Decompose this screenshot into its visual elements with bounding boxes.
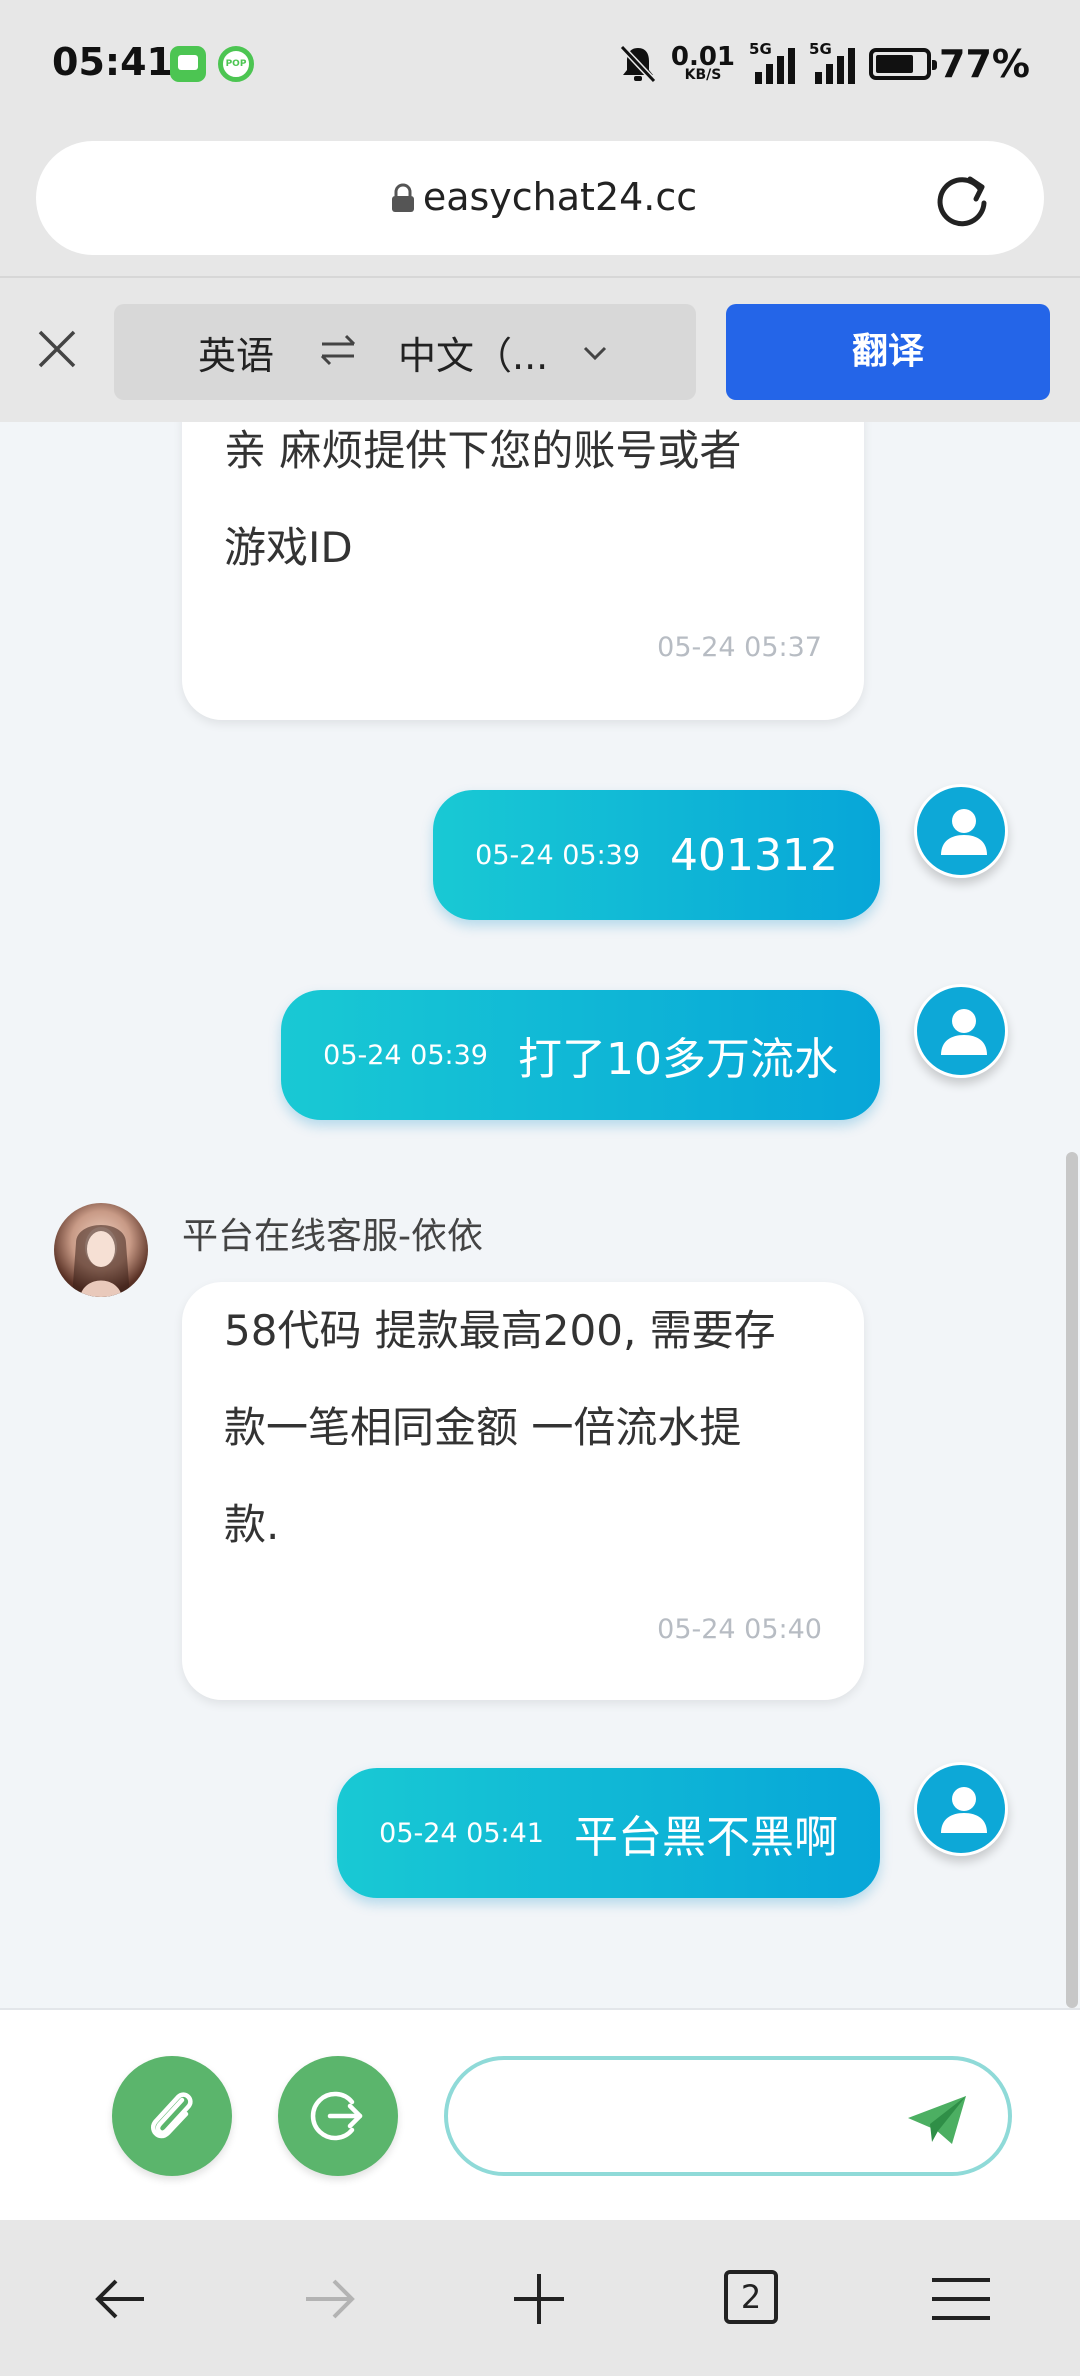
net-speed: 0.01 KB/S [671, 44, 735, 82]
message-time: 05-24 05:41 [379, 1817, 544, 1849]
user-icon [941, 1787, 987, 1833]
mute-bell-icon [619, 44, 657, 84]
agent-photo-icon [72, 1225, 130, 1297]
url-text[interactable]: easychat24.cc [36, 175, 1044, 219]
message-text: 款. [224, 1500, 280, 1549]
logout-icon [310, 2091, 363, 2141]
message-text: 打了10多万流水 [518, 1034, 838, 1085]
battery-percent: 77% [939, 42, 1030, 86]
signal-sim2-icon: 5G [809, 40, 856, 84]
source-language[interactable]: 英语 [198, 325, 274, 380]
agent-avatar [54, 1203, 148, 1297]
attach-button[interactable] [112, 2056, 232, 2176]
address-bar[interactable]: easychat24.cc [36, 141, 1044, 255]
exit-chat-button[interactable] [278, 2056, 398, 2176]
user-avatar [914, 784, 1008, 878]
status-indicators: 0.01 KB/S 5G 5G 77% [619, 36, 1030, 92]
battery-icon [869, 48, 938, 80]
menu-icon[interactable] [926, 2264, 996, 2334]
forward-arrow-icon[interactable] [294, 2264, 364, 2334]
message-time: 05-24 05:40 [657, 1614, 822, 1645]
close-icon[interactable] [34, 326, 80, 372]
status-time: 05:41 [52, 40, 173, 84]
user-message: 05-24 05:39 打了10多万流水 [281, 990, 880, 1120]
messages-app-icon [170, 46, 206, 82]
user-icon [941, 1009, 987, 1055]
user-message: 05-24 05:41 平台黑不黑啊 [337, 1768, 880, 1898]
user-avatar [914, 1762, 1008, 1856]
chevron-down-icon[interactable] [580, 338, 610, 368]
swap-icon[interactable] [318, 332, 358, 368]
message-text: 亲 麻烦提供下您的账号或者 [224, 426, 742, 475]
agent-name: 平台在线客服-依依 [182, 1216, 483, 1257]
reload-icon[interactable] [932, 169, 992, 229]
message-text: 款一笔相同金额 一倍流水提 [224, 1403, 742, 1452]
sim2-label: 5G [809, 40, 832, 58]
user-icon [941, 809, 987, 855]
back-arrow-icon[interactable] [86, 2264, 156, 2334]
browser-nav-bar: 2 [0, 2220, 1080, 2376]
message-time: 05-24 05:37 [657, 632, 822, 663]
message-text: 401312 [670, 829, 838, 881]
new-tab-plus-icon[interactable] [504, 2264, 574, 2334]
chat-area[interactable]: 亲 麻烦提供下您的账号或者 游戏ID 05-24 05:37 05-24 05:… [0, 422, 1080, 2008]
chat-scrollbar[interactable] [1066, 1152, 1078, 2008]
agent-message: 亲 麻烦提供下您的账号或者 游戏ID 05-24 05:37 [182, 422, 864, 720]
message-time: 05-24 05:39 [323, 1039, 488, 1071]
translate-bar: 英语 中文（... 翻译 [0, 276, 1080, 422]
target-language[interactable]: 中文（... [398, 325, 548, 380]
signal-sim1-icon: 5G [749, 40, 796, 84]
pop-app-icon: POP [218, 46, 254, 82]
message-time: 05-24 05:39 [475, 839, 641, 871]
language-selector[interactable]: 英语 中文（... [114, 304, 696, 400]
user-avatar [914, 984, 1008, 1078]
send-icon[interactable] [906, 2094, 968, 2146]
tabs-button[interactable]: 2 [724, 2270, 778, 2324]
browser-toolbar: easychat24.cc [0, 128, 1080, 276]
message-text: 平台黑不黑啊 [574, 1812, 838, 1863]
paperclip-icon [151, 2092, 193, 2139]
status-bar: 05:41 POP 0.01 KB/S 5G 5G 77% [0, 0, 1080, 128]
translate-button[interactable]: 翻译 [726, 304, 1050, 400]
composer [0, 2008, 1080, 2220]
sim1-label: 5G [749, 40, 772, 58]
message-text: 58代码 提款最高200, 需要存 [224, 1306, 776, 1355]
user-message: 05-24 05:39 401312 [433, 790, 880, 920]
battery-indicator: 77% [869, 42, 1030, 86]
agent-message: 58代码 提款最高200, 需要存 款一笔相同金额 一倍流水提 款. 05-24… [182, 1282, 864, 1700]
message-text: 游戏ID [224, 523, 353, 572]
